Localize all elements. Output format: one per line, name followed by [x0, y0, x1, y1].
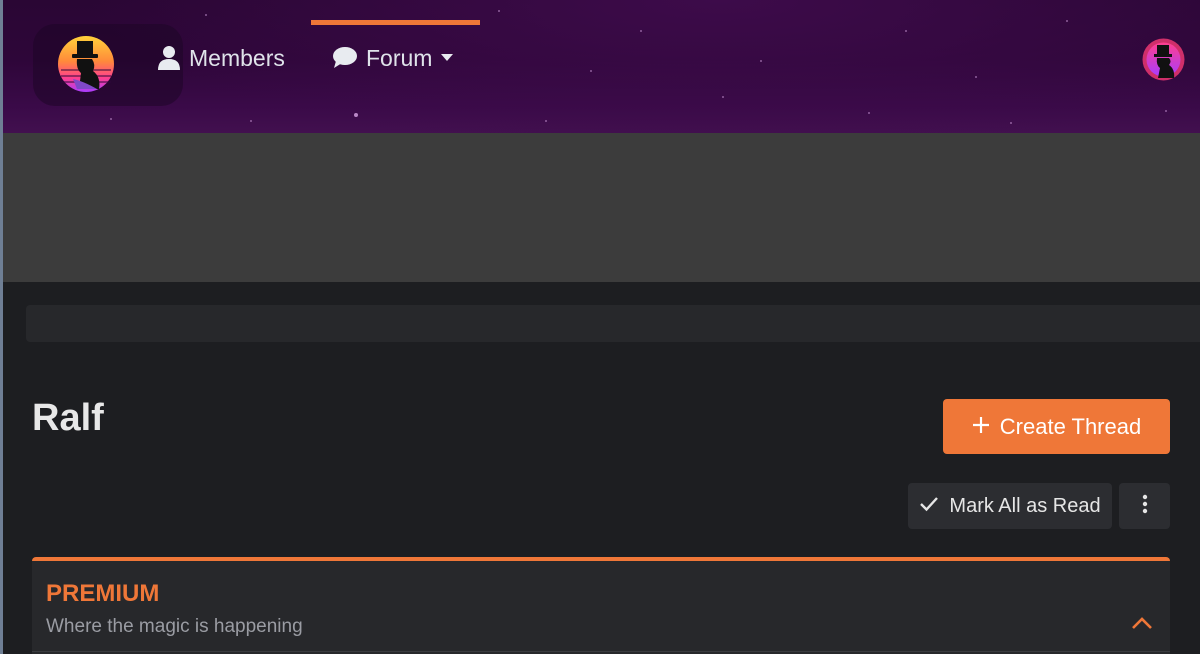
plus-icon — [972, 414, 990, 440]
mark-all-read-label: Mark All as Read — [949, 494, 1101, 517]
magician-logo-icon[interactable] — [57, 35, 115, 93]
breadcrumb — [26, 305, 1200, 342]
nav-forum-label: Forum — [366, 44, 433, 71]
mark-all-read-button[interactable]: Mark All as Read — [908, 483, 1112, 529]
create-thread-button[interactable]: Create Thread — [943, 399, 1170, 454]
nav-forum[interactable]: Forum — [333, 40, 454, 76]
vertical-dots-icon — [1142, 494, 1148, 519]
create-thread-label: Create Thread — [999, 413, 1142, 439]
site-header: Members Forum — [0, 0, 1200, 133]
banner-area — [0, 133, 1200, 282]
category-title[interactable]: PREMIUM — [46, 580, 159, 608]
chevron-up-icon[interactable] — [1130, 615, 1154, 631]
check-icon — [919, 495, 939, 518]
more-options-button[interactable] — [1119, 483, 1170, 529]
category-divider — [32, 651, 1170, 652]
caret-down-icon[interactable] — [441, 54, 454, 62]
nav-members-label: Members — [189, 44, 285, 71]
window-edge — [0, 0, 3, 654]
nav-active-indicator — [311, 20, 480, 25]
category-premium: PREMIUM Where the magic is happening — [32, 557, 1170, 654]
user-avatar[interactable] — [1142, 38, 1185, 81]
user-icon — [158, 46, 180, 70]
nav-members[interactable]: Members — [158, 40, 285, 76]
category-description: Where the magic is happening — [46, 616, 303, 637]
speech-bubble-icon — [333, 47, 357, 69]
page-title: Ralf — [32, 397, 104, 439]
